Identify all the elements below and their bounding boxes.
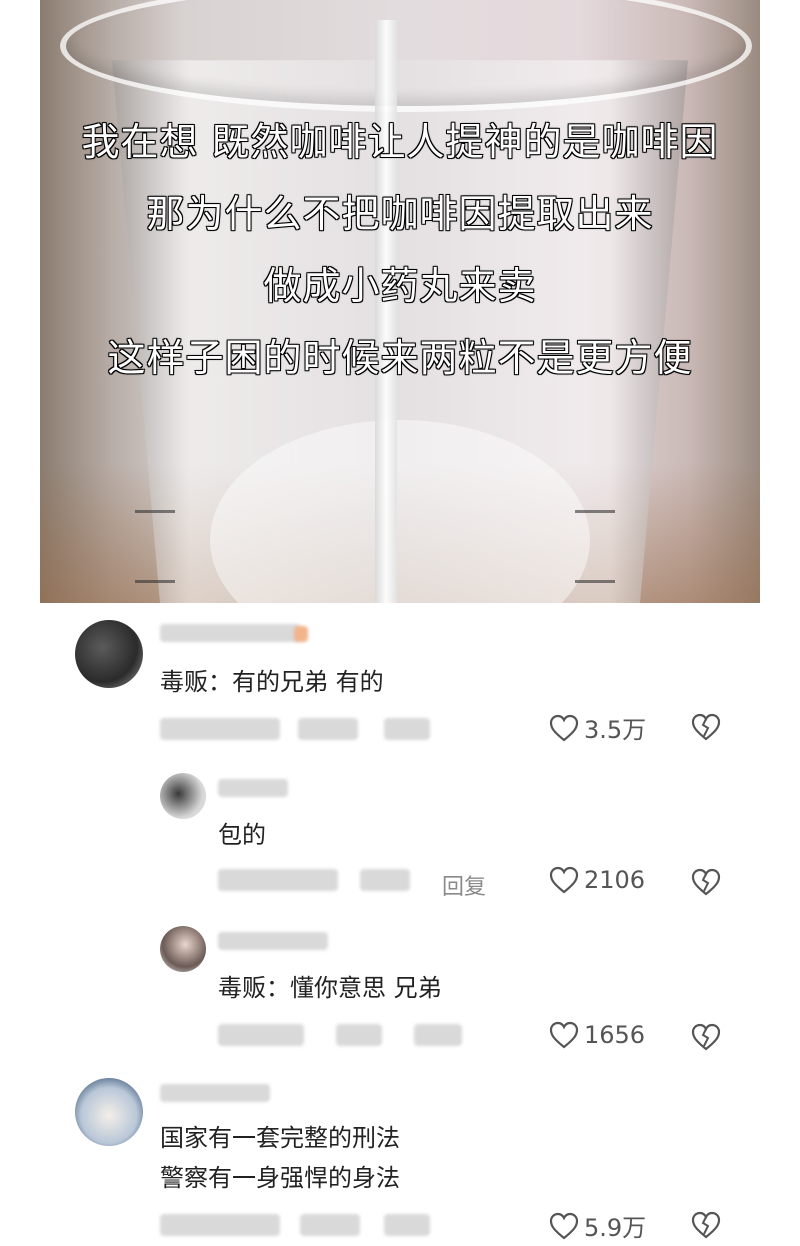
caption-line: 做成小药丸来卖 — [263, 263, 537, 309]
caption-line: 那为什么不把咖啡因提取出来 — [146, 191, 654, 237]
location-blurred — [298, 718, 358, 740]
avatar[interactable] — [160, 926, 206, 972]
heart-outline-icon — [549, 1212, 579, 1239]
username-blurred[interactable] — [218, 932, 328, 950]
username-blurred[interactable] — [160, 624, 300, 642]
username-badge — [294, 626, 308, 642]
avatar[interactable] — [75, 1078, 143, 1146]
avatar[interactable] — [160, 773, 206, 819]
avatar[interactable] — [75, 620, 143, 688]
comment-text: 包的 — [218, 821, 266, 849]
username-blurred[interactable] — [160, 1084, 270, 1102]
cup-measure-marks — [135, 470, 635, 590]
heart-outline-icon — [549, 1021, 579, 1049]
reply-button[interactable] — [414, 1024, 462, 1046]
comment-text: 毒贩：懂你意思 兄弟 — [218, 974, 442, 1002]
reply-button[interactable]: 回复 — [442, 869, 486, 901]
location-blurred — [336, 1024, 382, 1046]
location-blurred — [300, 1214, 360, 1236]
like-button[interactable]: 1656 — [548, 1020, 645, 1050]
broken-heart-icon[interactable] — [690, 1022, 722, 1052]
timestamp-blurred — [218, 869, 338, 891]
like-count: 3.5万 — [584, 716, 647, 744]
comment-text: 国家有一套完整的刑法 — [160, 1124, 400, 1152]
like-button[interactable]: 2106 — [548, 865, 645, 895]
comment-text: 警察有一身强悍的身法 — [160, 1164, 400, 1192]
timestamp-blurred — [160, 718, 280, 740]
broken-heart-icon[interactable] — [690, 1210, 722, 1240]
caption-line: 我在想 既然咖啡让人提神的是咖啡因 — [81, 119, 719, 165]
like-count: 5.9万 — [584, 1214, 647, 1242]
location-blurred — [360, 869, 410, 891]
reply-button[interactable] — [384, 1214, 430, 1236]
comment: 国家有一套完整的刑法 警察有一身强悍的身法 5.9万 — [0, 1072, 800, 1246]
like-count: 1656 — [584, 1021, 646, 1049]
broken-heart-icon[interactable] — [690, 867, 722, 897]
timestamp-blurred — [160, 1214, 280, 1236]
comment: 毒贩：有的兄弟 有的 3.5万 — [0, 610, 800, 760]
timestamp-blurred — [218, 1024, 304, 1046]
like-button[interactable]: 3.5万 — [548, 710, 646, 745]
comment-reply: 毒贩：懂你意思 兄弟 1656 — [0, 920, 800, 1070]
comment-text: 毒贩：有的兄弟 有的 — [160, 668, 384, 696]
broken-heart-icon[interactable] — [690, 712, 722, 742]
reply-button[interactable] — [384, 718, 430, 740]
caption-line: 这样子困的时候来两粒不是更方便 — [107, 335, 693, 381]
username-blurred[interactable] — [218, 779, 288, 797]
comment-reply: 包的 回复 2106 — [0, 765, 800, 915]
like-count: 2106 — [584, 866, 646, 894]
image-caption: 我在想 既然咖啡让人提神的是咖啡因 那为什么不把咖啡因提取出来 做成小药丸来卖 … — [40, 106, 760, 394]
heart-outline-icon — [549, 714, 579, 741]
like-button[interactable]: 5.9万 — [548, 1208, 646, 1243]
heart-outline-icon — [549, 866, 579, 894]
